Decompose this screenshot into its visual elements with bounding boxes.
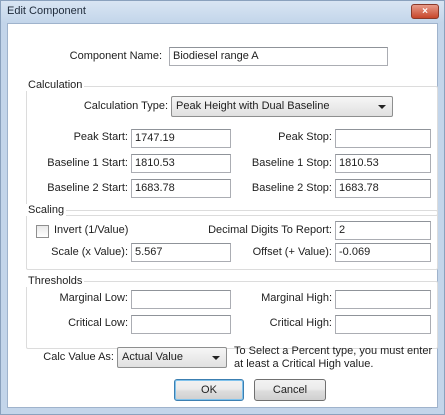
close-icon: × — [422, 6, 428, 17]
baseline1-start-input[interactable]: 1810.53 — [131, 154, 231, 173]
baseline1-start-label: Baseline 1 Start: — [47, 157, 128, 169]
marginal-high-label: Marginal High: — [261, 292, 332, 304]
invert-checkbox[interactable] — [36, 225, 49, 238]
peak-stop-input[interactable] — [335, 129, 431, 148]
scaling-group-title: Scaling — [26, 204, 67, 216]
calculation-group-title: Calculation — [26, 79, 85, 91]
offset-label: Offset (+ Value): — [252, 246, 332, 258]
calculation-type-select[interactable]: Peak Height with Dual Baseline — [171, 96, 393, 117]
baseline2-stop-input[interactable]: 1683.78 — [335, 179, 431, 198]
marginal-high-input[interactable] — [335, 290, 431, 309]
dialog-body: Component Name: Biodiesel range A Calcul… — [7, 23, 438, 408]
calc-value-label: Calc Value As: — [43, 351, 114, 363]
window-title: Edit Component — [7, 5, 86, 17]
calculation-type-value: Peak Height with Dual Baseline — [176, 100, 330, 112]
baseline1-stop-input[interactable]: 1810.53 — [335, 154, 431, 173]
baseline1-stop-label: Baseline 1 Stop: — [251, 157, 332, 169]
critical-low-input[interactable] — [131, 315, 231, 334]
critical-low-label: Critical Low: — [68, 317, 128, 329]
title-bar[interactable]: Edit Component × — [1, 1, 444, 23]
baseline2-start-input[interactable]: 1683.78 — [131, 179, 231, 198]
chevron-down-icon — [378, 105, 386, 109]
critical-high-label: Critical High: — [269, 317, 332, 329]
peak-start-input[interactable]: 1747.19 — [131, 129, 231, 148]
scale-label: Scale (x Value): — [51, 246, 128, 258]
decimal-digits-label: Decimal Digits To Report: — [208, 224, 332, 236]
baseline2-stop-label: Baseline 2 Stop: — [251, 182, 332, 194]
component-name-input[interactable]: Biodiesel range A — [169, 47, 388, 66]
edit-component-dialog: Edit Component × Component Name: Biodies… — [0, 0, 445, 415]
calc-value-selected: Actual Value — [122, 351, 183, 363]
critical-high-input[interactable] — [335, 315, 431, 334]
chevron-down-icon — [212, 356, 220, 360]
component-name-label: Component Name: — [69, 50, 162, 62]
percent-note-line1: To Select a Percent type, you must enter — [234, 345, 433, 357]
peak-start-label: Peak Start: — [73, 131, 128, 143]
cancel-button[interactable]: Cancel — [254, 379, 326, 401]
peak-stop-label: Peak Stop: — [278, 131, 332, 143]
baseline2-start-label: Baseline 2 Start: — [47, 182, 128, 194]
marginal-low-input[interactable] — [131, 290, 231, 309]
invert-label: Invert (1/Value) — [54, 224, 129, 236]
scale-input[interactable]: 5.567 — [131, 243, 231, 262]
calculation-type-label: Calculation Type: — [83, 100, 168, 112]
thresholds-group-title: Thresholds — [26, 275, 85, 287]
marginal-low-label: Marginal Low: — [59, 292, 128, 304]
decimal-digits-input[interactable]: 2 — [335, 221, 431, 240]
ok-button[interactable]: OK — [174, 379, 244, 401]
close-button[interactable]: × — [411, 4, 439, 19]
calc-value-select[interactable]: Actual Value — [117, 347, 227, 368]
offset-input[interactable]: -0.069 — [335, 243, 431, 262]
percent-note-line2: at least a Critical High value. — [234, 358, 374, 370]
